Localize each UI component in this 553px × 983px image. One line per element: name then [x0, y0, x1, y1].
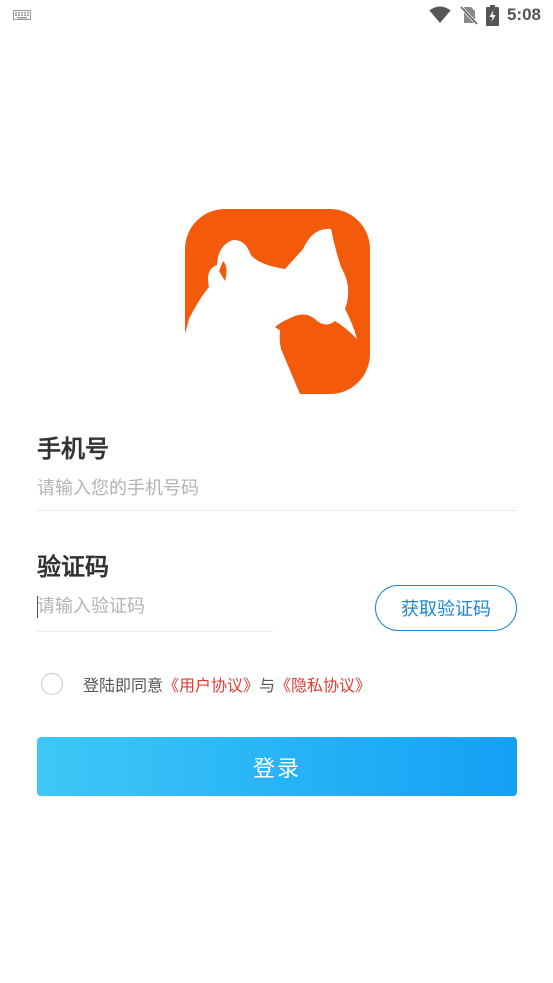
- keyboard-icon: [13, 10, 31, 20]
- phone-input[interactable]: [37, 473, 517, 503]
- wifi-icon: [429, 6, 451, 23]
- phone-underline: [37, 510, 517, 511]
- status-bar: 5:08: [0, 0, 553, 30]
- agreement-prefix: 登陆即同意: [83, 676, 164, 695]
- status-icons: 5:08: [429, 4, 541, 26]
- battery-charging-icon: [485, 4, 499, 26]
- user-agreement-link[interactable]: 《用户协议》: [163, 672, 259, 696]
- agree-checkbox[interactable]: [41, 673, 63, 695]
- agreement-joiner: 与: [259, 676, 276, 695]
- code-label: 验证码: [37, 553, 109, 581]
- phone-label: 手机号: [37, 435, 109, 463]
- privacy-agreement-link[interactable]: 《隐私协议》: [275, 672, 371, 696]
- no-sim-icon: [459, 5, 479, 25]
- code-underline: [37, 631, 274, 632]
- code-input[interactable]: [37, 591, 274, 621]
- agreement-row: 登陆即同意 《用户协议》 与 《隐私协议》: [41, 672, 371, 696]
- status-time: 5:08: [506, 5, 541, 24]
- text-caret: [37, 596, 38, 618]
- app-logo-icon: [185, 209, 370, 394]
- login-button[interactable]: 登录: [37, 737, 517, 796]
- get-code-button[interactable]: 获取验证码: [375, 585, 517, 631]
